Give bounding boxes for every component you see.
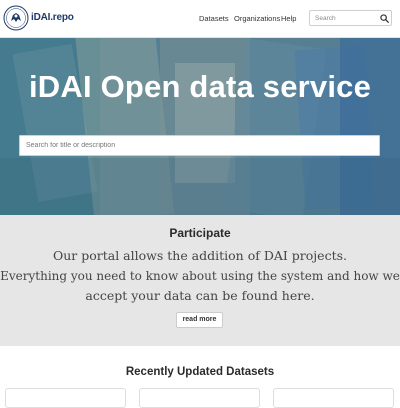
nav-organizations[interactable]: Organizations [234,14,280,23]
dataset-card[interactable] [273,388,394,408]
search-icon[interactable] [380,14,389,23]
hero-banner: iDAI Open data service [0,38,400,215]
participate-text: Our portal allows the addition of DAI pr… [0,246,400,306]
site-header: iDAI.repo Datasets Organizations Help [0,0,400,38]
header-search-input[interactable] [310,11,376,25]
dai-logo-icon[interactable] [3,5,29,31]
brand-name[interactable]: iDAI.repo [31,12,74,23]
participate-line: Our portal allows the addition of DAI pr… [52,248,347,263]
recent-datasets-title: Recently Updated Datasets [125,366,275,378]
participate-title: Participate [169,226,231,240]
participate-line: Everything you need to know about using … [0,269,400,283]
hero-search-input[interactable] [19,135,380,156]
dataset-card[interactable] [139,388,260,408]
dataset-card[interactable] [5,388,126,408]
participate-section: Participate Our portal allows the additi… [0,215,400,346]
read-more-button[interactable]: read more [176,312,223,328]
nav-help[interactable]: Help [281,14,296,23]
participate-line: accept your data can be found here. [85,288,315,303]
hero-title: iDAI Open data service [28,69,372,104]
hero-background-image [0,38,400,215]
header-search-box [309,10,392,26]
nav-datasets[interactable]: Datasets [199,14,229,23]
